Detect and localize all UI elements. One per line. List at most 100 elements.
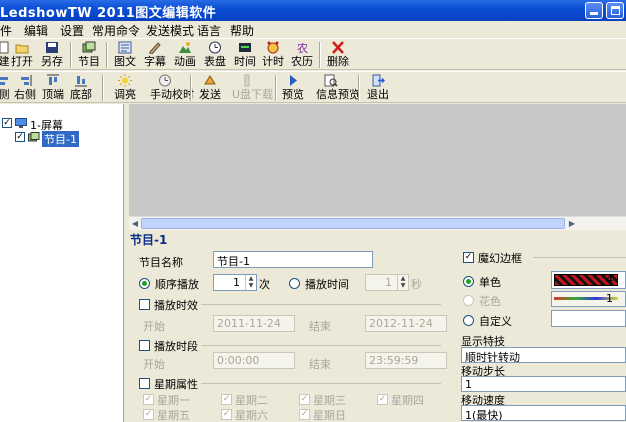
move-step-select[interactable]: 1 bbox=[461, 376, 626, 392]
weekday-fri-label: 星期五 bbox=[157, 409, 190, 422]
alarm-clock-icon bbox=[267, 41, 279, 54]
align-right-button[interactable]: 右侧 bbox=[10, 73, 40, 103]
tree-label-program: 节目-1 bbox=[42, 131, 79, 147]
minimize-icon bbox=[590, 12, 598, 15]
mono-color-label: 单色 bbox=[479, 276, 501, 289]
lunar-calendar-icon: 农 bbox=[297, 41, 308, 54]
send-button[interactable]: 发送 bbox=[195, 73, 225, 103]
preview-button[interactable]: 预览 bbox=[278, 73, 308, 103]
custom-border-label: 自定义 bbox=[479, 315, 512, 328]
info-preview-button[interactable]: 信息预览 bbox=[316, 73, 360, 103]
send-icon bbox=[204, 75, 216, 85]
scroll-thumb[interactable] bbox=[141, 218, 565, 229]
toolbar-separator bbox=[319, 42, 321, 68]
mono-border-select[interactable]: 4 bbox=[551, 271, 626, 289]
menu-settings[interactable]: 设置 bbox=[60, 22, 84, 39]
clock-dial-button[interactable]: 表盘 bbox=[200, 40, 230, 70]
clock-dial-icon bbox=[209, 41, 221, 54]
open-button[interactable]: 打开 bbox=[7, 40, 37, 70]
scroll-left-icon[interactable]: ◀ bbox=[129, 217, 141, 230]
weekday-wed-label: 星期三 bbox=[313, 394, 346, 407]
horizontal-scrollbar[interactable]: ◀ ▶ bbox=[129, 216, 626, 230]
border-settings: ✓ 魔幻边框 单色 4 花色 1 自定义 显示特技 顺时针转动 移动步长 1 移… bbox=[457, 246, 626, 422]
toolbar-separator bbox=[70, 42, 72, 68]
group-divider bbox=[201, 304, 441, 305]
lunar-calendar-button[interactable]: 农 农历 bbox=[287, 40, 317, 70]
align-top-button[interactable]: 顶端 bbox=[38, 73, 68, 103]
weekday-checkbox-sat: ✓ bbox=[221, 409, 232, 420]
program-name-label: 节目名称 bbox=[139, 256, 183, 269]
exit-button[interactable]: 退出 bbox=[363, 73, 393, 103]
picture-text-button[interactable]: 图文 bbox=[110, 40, 140, 70]
countdown-button[interactable]: 计时 bbox=[258, 40, 288, 70]
spin-up-icon[interactable]: ▲ bbox=[246, 275, 256, 282]
save-as-button[interactable]: 另存 bbox=[37, 40, 67, 70]
scroll-right-icon[interactable]: ▶ bbox=[566, 217, 578, 230]
group-divider bbox=[201, 345, 441, 346]
play-period-label: 播放时段 bbox=[154, 340, 198, 353]
toolbar-separator bbox=[102, 75, 104, 101]
play-time-unit: 秒 bbox=[411, 278, 422, 291]
screen-icon bbox=[15, 118, 27, 128]
magic-border-checkbox[interactable]: ✓ bbox=[463, 252, 474, 263]
animation-icon bbox=[179, 42, 191, 53]
open-icon bbox=[15, 44, 29, 54]
animation-button[interactable]: 动画 bbox=[170, 40, 200, 70]
tree-checkbox[interactable]: ✓ bbox=[2, 118, 12, 128]
maximize-button[interactable] bbox=[606, 2, 624, 19]
play-period-checkbox[interactable] bbox=[139, 340, 150, 351]
exit-icon bbox=[372, 74, 385, 87]
program-icon bbox=[82, 41, 96, 53]
delete-button[interactable]: 删除 bbox=[323, 40, 353, 70]
align-bottom-icon bbox=[75, 76, 87, 87]
tree-checkbox[interactable]: ✓ bbox=[15, 132, 25, 142]
program-button[interactable]: 节目 bbox=[74, 40, 104, 70]
program-tree: ✓ 1-屏幕 ✓ 节目-1 bbox=[0, 104, 124, 422]
end-date-label: 结束 bbox=[309, 320, 331, 333]
play-count-spinner[interactable]: ▲ ▼ bbox=[245, 275, 256, 290]
period-start-field: 0:00:00 bbox=[213, 352, 295, 369]
spin-down-icon: ▼ bbox=[400, 282, 406, 289]
menu-send-mode[interactable]: 发送模式 bbox=[146, 22, 194, 39]
weekday-checkbox[interactable] bbox=[139, 378, 150, 389]
manual-time-button[interactable]: 手动校时 bbox=[150, 73, 194, 103]
align-right-icon bbox=[21, 75, 32, 86]
save-icon bbox=[46, 42, 58, 53]
period-end-field: 23:59:59 bbox=[365, 352, 447, 369]
maximize-icon bbox=[611, 6, 620, 15]
subtitle-button[interactable]: 字幕 bbox=[140, 40, 170, 70]
menu-help[interactable]: 帮助 bbox=[230, 22, 254, 39]
timed-play-label: 播放时间 bbox=[305, 278, 349, 291]
group-divider bbox=[201, 383, 441, 384]
play-validity-checkbox[interactable] bbox=[139, 299, 150, 310]
toolbar-separator bbox=[190, 75, 192, 101]
align-bottom-button[interactable]: 底部 bbox=[66, 73, 96, 103]
preview-canvas[interactable] bbox=[129, 104, 626, 216]
sequential-play-radio[interactable] bbox=[139, 278, 150, 289]
toolbar-separator bbox=[358, 75, 360, 101]
manual-time-icon bbox=[159, 74, 171, 87]
minimize-button[interactable] bbox=[585, 2, 603, 19]
move-speed-select[interactable]: 1(最快) bbox=[461, 405, 626, 421]
play-count-unit: 次 bbox=[259, 278, 270, 291]
start-date-label: 开始 bbox=[143, 320, 165, 333]
custom-border-field[interactable] bbox=[551, 310, 626, 327]
sequential-play-label: 顺序播放 bbox=[155, 278, 199, 291]
custom-border-radio[interactable] bbox=[463, 315, 474, 326]
menu-edit[interactable]: 编辑 bbox=[24, 22, 48, 39]
display-effect-select[interactable]: 顺时针转动 bbox=[461, 347, 626, 363]
program-name-field[interactable]: 节目-1 bbox=[213, 251, 373, 268]
menu-file[interactable]: 件 bbox=[0, 22, 12, 39]
menu-language[interactable]: 语言 bbox=[197, 22, 221, 39]
timed-play-radio[interactable] bbox=[289, 278, 300, 289]
weekday-sun-label: 星期日 bbox=[313, 409, 346, 422]
brightness-button[interactable]: 调亮 bbox=[110, 73, 140, 103]
weekday-checkbox-tue: ✓ bbox=[221, 394, 232, 405]
menu-common-commands[interactable]: 常用命令 bbox=[92, 22, 140, 39]
multi-color-radio bbox=[463, 295, 474, 306]
spin-down-icon[interactable]: ▼ bbox=[246, 282, 256, 289]
time-button[interactable]: 时间 bbox=[230, 40, 260, 70]
multi-color-label: 花色 bbox=[479, 295, 501, 308]
mono-color-radio[interactable] bbox=[463, 276, 474, 287]
play-validity-label: 播放时效 bbox=[154, 299, 198, 312]
